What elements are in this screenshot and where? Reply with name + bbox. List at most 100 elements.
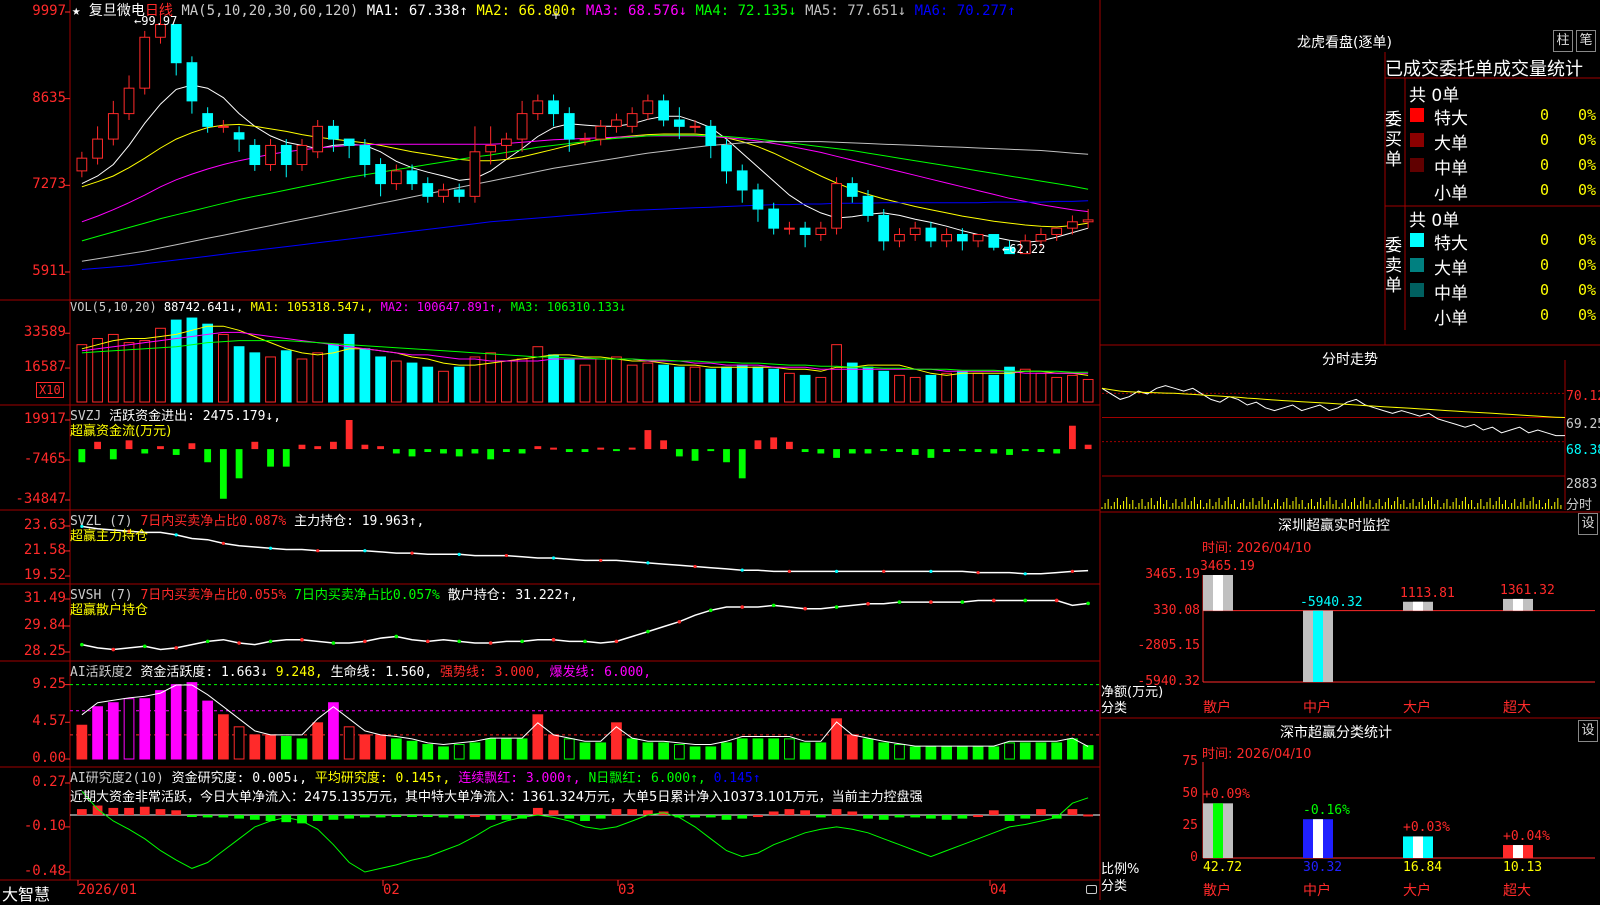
volume-bar [390, 360, 402, 403]
svzl-dot [976, 570, 980, 575]
ai-active-bar [642, 742, 654, 760]
ai-active-bar [107, 702, 119, 760]
star-icon[interactable]: ★ [72, 3, 80, 19]
sell-row-swatch-3 [1410, 308, 1424, 322]
ai-research-bar [910, 815, 921, 818]
monitor-bar-highlight [1213, 575, 1223, 611]
bar-mode-button[interactable]: 柱 [1553, 30, 1573, 52]
svzj-bar [455, 449, 463, 457]
monitor-cat-0: 散户 [1203, 700, 1231, 716]
svzj-bar [597, 447, 605, 450]
dragon-subheader: 已成交委托单成交量统计 [1385, 59, 1583, 80]
svsh-dot [1086, 601, 1090, 606]
svzj-bar [518, 449, 526, 454]
volume-bar [736, 364, 748, 403]
ai-active-bar [784, 738, 795, 760]
svzl-dot [268, 546, 273, 550]
svzj-bar [990, 449, 998, 454]
volume-bar [611, 356, 622, 403]
sell-row-name-0: 特大 [1434, 234, 1468, 254]
sell-group-label: 委卖单 [1385, 236, 1402, 296]
svzj-bar [487, 449, 495, 460]
candle [469, 126, 481, 203]
intraday-vol-label: 2883 [1566, 477, 1598, 492]
ai-active-bar [469, 742, 481, 760]
ai-research-bar [171, 810, 182, 816]
candle [233, 126, 245, 152]
vol-unit: X10 [36, 382, 64, 398]
candle [390, 164, 402, 190]
volume-bar [579, 364, 591, 403]
monitor-bar-group [1503, 598, 1533, 611]
svzj-bar [471, 449, 479, 454]
ai-active-ytick-2: 0.00 [32, 750, 66, 766]
svzj-bar [502, 449, 510, 453]
candle-body [689, 125, 701, 128]
buy-row-count-3: 0 [1540, 181, 1550, 199]
svsh-dot [771, 603, 776, 608]
ai-active-bar [390, 738, 402, 760]
ai-active-bar [626, 738, 638, 760]
ai-active-bar [689, 746, 701, 760]
svzj-bar [958, 449, 966, 452]
svzj-bar [848, 449, 856, 454]
candle-body [390, 170, 402, 185]
svzj-bar [534, 446, 542, 450]
volume-bar [532, 346, 544, 403]
svsh-dot [205, 639, 210, 644]
ai-research-bar [139, 806, 150, 816]
svsh-dot [394, 634, 399, 639]
ai-active-ytick-1: 4.57 [32, 713, 66, 730]
candle-body [453, 189, 465, 197]
ai-active-bar [925, 746, 937, 760]
volume-bar [107, 333, 119, 403]
intraday-avg-line [1101, 387, 1566, 418]
svzj-bar [911, 449, 919, 455]
ai-research-bar [753, 815, 763, 818]
candle-body [878, 214, 890, 242]
ai-research-header-item-4: N日飘红: 6.000↑, [588, 771, 714, 786]
classify-change-3: +0.04% [1503, 829, 1550, 845]
ai-research-bar [863, 815, 873, 819]
monitor-cat-3: 超大 [1503, 700, 1531, 716]
candle-body [92, 138, 103, 159]
monitor-time: 时间: 2026/04/10 [1202, 541, 1312, 556]
date-label-0: 2026/01 [78, 882, 138, 898]
candle-body [296, 144, 308, 166]
lock-icon[interactable] [1086, 885, 1097, 894]
svzl-ytick-2: 19.52 [23, 567, 66, 583]
price-header-item-4: MA4: 72.135↓ [695, 3, 806, 19]
ma-header: MA(5,10,20,30,60,120) MA1: 67.338↑ MA2: … [181, 3, 1015, 19]
candle-body [595, 125, 607, 140]
classify-settings-button[interactable]: 设 [1578, 720, 1598, 742]
sell-row-count-2: 0 [1540, 281, 1550, 299]
ai-research-bar [297, 815, 307, 824]
sell-row-name-3: 小单 [1434, 309, 1468, 329]
candle [1051, 227, 1063, 241]
volume-bar [1067, 374, 1078, 403]
monitor-settings-button[interactable]: 设 [1578, 513, 1598, 535]
monitor-ytick-1: 330.08 [1153, 602, 1200, 618]
high-label: ←99.97 [134, 14, 178, 28]
tick-mode-button[interactable]: 笔 [1576, 30, 1596, 52]
svsh-dot [80, 642, 84, 647]
svzj-bar [974, 449, 982, 453]
monitor-bar-label-2: 1113.81 [1400, 585, 1455, 601]
svsh-dot [1054, 598, 1059, 603]
svsh-dot [425, 639, 430, 644]
svzj-bar [267, 449, 274, 467]
svzj-bar [550, 447, 557, 450]
ai-active-bar [1004, 742, 1015, 760]
intraday-ytick-1: 69.25 [1566, 417, 1600, 432]
volume-bar [76, 344, 88, 403]
volume-bar [894, 374, 905, 403]
volume-bar [406, 362, 418, 403]
candle-body [217, 125, 229, 128]
sell-row-count-3: 0 [1540, 306, 1550, 324]
svzj-bar [1084, 444, 1092, 450]
ai-active-bar [548, 734, 559, 760]
svzj-bar [660, 440, 668, 450]
candle-body [532, 100, 544, 115]
candle-body [186, 62, 198, 102]
candle-body [673, 119, 685, 127]
